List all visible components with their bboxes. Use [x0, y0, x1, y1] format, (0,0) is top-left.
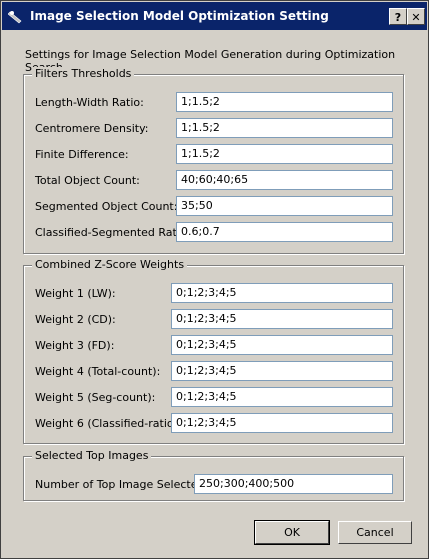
title-bar[interactable]: Image Selection Model Optimization Setti…: [2, 2, 427, 30]
group-title-weights: Combined Z-Score Weights: [32, 258, 188, 272]
centromere-density-input[interactable]: 1;1.5;2: [176, 118, 393, 138]
top-image-count-input[interactable]: 250;300;400;500: [194, 474, 393, 494]
weight-5-label: Weight 5 (Seg-count):: [35, 391, 156, 404]
total-object-count-label: Total Object Count:: [35, 174, 140, 187]
group-title-top-images: Selected Top Images: [32, 449, 152, 463]
close-button[interactable]: ✕: [407, 8, 425, 25]
weight-3-label: Weight 3 (FD):: [35, 339, 115, 352]
segmented-object-count-label: Segmented Object Count:: [35, 200, 178, 213]
weight-1-label: Weight 1 (LW):: [35, 287, 116, 300]
weight-4-label: Weight 4 (Total-count):: [35, 365, 161, 378]
classified-segmented-ratio-label: Classified-Segmented Ratio:: [35, 226, 191, 239]
length-width-label: Length-Width Ratio:: [35, 96, 144, 109]
group-title-filters: Filters Thresholds: [32, 67, 135, 81]
window-title: Image Selection Model Optimization Setti…: [30, 9, 329, 23]
weight-4-input[interactable]: 0;1;2;3;4;5: [171, 361, 393, 381]
length-width-input[interactable]: 1;1.5;2: [176, 92, 393, 112]
weight-6-label: Weight 6 (Classified-ratio):: [35, 417, 182, 430]
weight-2-label: Weight 2 (CD):: [35, 313, 116, 326]
weight-2-input[interactable]: 0;1;2;3;4;5: [171, 309, 393, 329]
ok-button[interactable]: OK: [254, 520, 330, 545]
top-image-count-label: Number of Top Image Selected:: [35, 478, 209, 491]
weight-3-input[interactable]: 0;1;2;3;4;5: [171, 335, 393, 355]
weight-5-input[interactable]: 0;1;2;3;4;5: [171, 387, 393, 407]
dialog-window: Image Selection Model Optimization Setti…: [0, 0, 429, 559]
finite-difference-input[interactable]: 1;1.5;2: [176, 144, 393, 164]
cancel-button[interactable]: Cancel: [338, 521, 412, 544]
centromere-density-label: Centromere Density:: [35, 122, 149, 135]
help-button[interactable]: ?: [389, 8, 407, 25]
segmented-object-count-input[interactable]: 35;50: [176, 196, 393, 216]
app-icon: [8, 11, 22, 24]
finite-difference-label: Finite Difference:: [35, 148, 129, 161]
weight-6-input[interactable]: 0;1;2;3;4;5: [171, 413, 393, 433]
classified-segmented-ratio-input[interactable]: 0.6;0.7: [176, 222, 393, 242]
total-object-count-input[interactable]: 40;60;40;65: [176, 170, 393, 190]
weight-1-input[interactable]: 0;1;2;3;4;5: [171, 283, 393, 303]
